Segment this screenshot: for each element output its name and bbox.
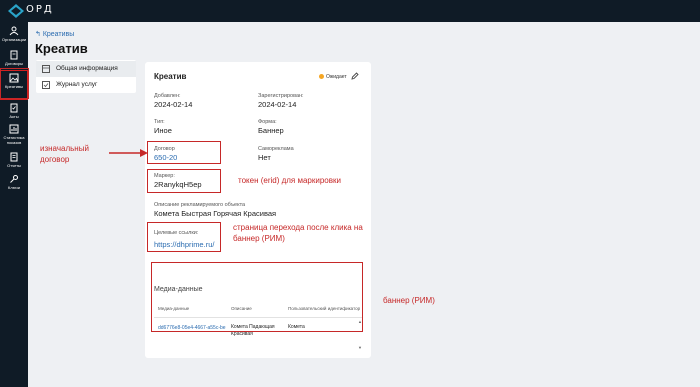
status-dot-icon <box>319 74 324 79</box>
sidebar-item-keys[interactable]: Ключи <box>0 172 28 202</box>
selfad-value: Нет <box>258 153 271 162</box>
menu-item-label: Общая информация <box>56 65 118 72</box>
annotation-banner-text: баннер (РИМ) <box>383 296 435 305</box>
annotation-box-creatives-nav <box>0 68 29 99</box>
sidebar-item-label: Статистика показов <box>3 135 25 145</box>
log-icon <box>42 81 50 89</box>
key-icon <box>10 175 18 183</box>
sidebar-item-label: Акты <box>9 114 19 119</box>
act-icon <box>10 103 18 113</box>
report-icon <box>10 152 18 162</box>
menu-item-service-log[interactable]: Журнал услуг <box>36 77 136 93</box>
registered-value: 2024-02-14 <box>258 100 297 109</box>
sidebar-item-label: Организации <box>1 37 27 42</box>
description-value: Комета Быстрая Горячая Красивая <box>154 209 277 218</box>
sidebar-item-label: Отчеты <box>7 163 21 168</box>
annotation-box-contract <box>147 141 221 164</box>
sidebar-item-label: Ключи <box>8 185 20 190</box>
status-badge: Ожидает <box>319 74 347 80</box>
back-link[interactable]: ↰ Креативы <box>35 30 74 38</box>
card-title: Креатив <box>154 72 187 81</box>
users-icon <box>9 26 19 36</box>
description-label: Описание рекламируемого объекта <box>154 202 246 208</box>
annotation-marker-text: токен (erid) для маркировки <box>238 176 341 185</box>
app-logo-text: ОРД <box>26 4 54 15</box>
status-label: Ожидает <box>326 74 347 80</box>
annotation-box-marker <box>147 169 221 193</box>
stats-icon <box>9 124 19 134</box>
back-link-label: Креативы <box>42 31 75 38</box>
registered-label: Зарегистрирован: <box>258 93 304 99</box>
annotation-urls-text: страница перехода после клика на баннер … <box>233 223 363 243</box>
form-label: Форма: <box>258 119 277 125</box>
type-label: Тип: <box>154 119 165 125</box>
contract-icon <box>10 50 18 60</box>
page-title: Креатив <box>35 41 88 56</box>
added-value: 2024-02-14 <box>154 100 193 109</box>
menu-item-general-info[interactable]: Общая информация <box>36 61 136 77</box>
sidebar-item-label: Договоры <box>5 61 23 66</box>
menu-item-label: Журнал услуг <box>56 81 98 88</box>
form-value: Баннер <box>258 126 284 135</box>
annotation-box-media <box>151 262 363 332</box>
grid-icon <box>42 65 50 73</box>
annotation-contract-text: изначальный договор <box>40 144 89 164</box>
arrow-right-icon <box>109 149 148 157</box>
scroll-down-icon[interactable]: ▼ <box>358 345 362 350</box>
added-label: Добавлен: <box>154 93 181 99</box>
type-value: Иное <box>154 126 172 135</box>
back-arrow-icon: ↰ <box>35 31 43 38</box>
section-menu: Общая информация Журнал услуг <box>36 60 136 93</box>
annotation-box-urls <box>147 222 221 252</box>
top-bar: ОРД <box>0 0 700 22</box>
main-content: ↰ Креативы Креатив Общая информация Журн… <box>28 22 700 387</box>
selfad-label: Самореклама <box>258 146 294 152</box>
pencil-icon[interactable] <box>351 72 359 80</box>
logo-icon <box>8 4 24 18</box>
